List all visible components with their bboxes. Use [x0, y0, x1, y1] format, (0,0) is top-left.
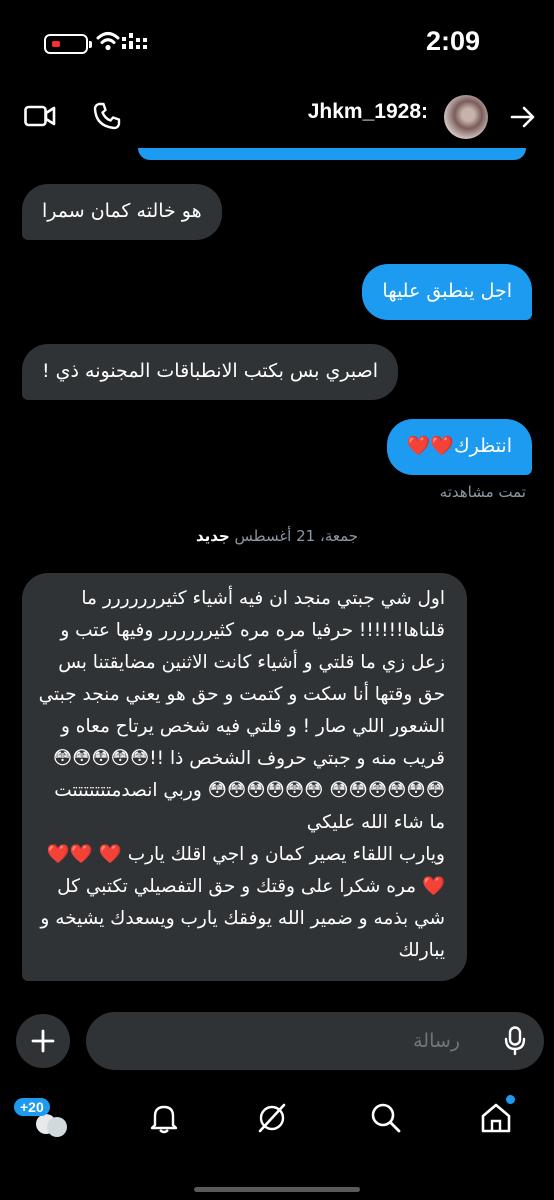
date-divider: جمعة، 21 أغسطس جديد — [0, 527, 554, 545]
bell-icon[interactable] — [150, 1102, 178, 1134]
contact-username[interactable]: Jhkm_1928: — [308, 100, 428, 124]
previous-message-edge — [138, 148, 526, 160]
video-call-icon[interactable] — [24, 105, 56, 127]
outgoing-message[interactable]: اجل ينطبق عليها — [362, 264, 532, 320]
message-composer — [86, 1012, 544, 1070]
incoming-message[interactable]: اصبري بس بكتب الانطباقات المجنونه ذي ! — [22, 344, 398, 400]
wifi-icon — [96, 32, 120, 51]
mic-icon[interactable] — [504, 1026, 526, 1056]
plus-icon — [31, 1029, 55, 1053]
message-input[interactable] — [160, 1012, 460, 1070]
notification-badge: +20 — [14, 1098, 50, 1116]
new-label: جديد — [195, 527, 230, 545]
incoming-message[interactable]: هو خالته كمان سمرا — [22, 184, 222, 240]
contact-avatar[interactable] — [444, 95, 488, 139]
seen-status: تمت مشاهدته — [439, 483, 526, 501]
conversation-header: Jhkm_1928: — [0, 84, 554, 148]
status-bar: 2:09 — [0, 0, 554, 84]
gesture-bar — [194, 1187, 360, 1192]
search-icon[interactable] — [370, 1102, 402, 1134]
home-unread-dot — [506, 1095, 515, 1104]
arrow-right-icon[interactable] — [510, 105, 536, 129]
add-media-button[interactable] — [16, 1014, 70, 1068]
incoming-message-long[interactable]: اول شي جبتي منجد ان فيه أشياء كثيررررررر… — [22, 573, 467, 981]
home-icon[interactable] — [480, 1102, 512, 1134]
date-label: جمعة، 21 أغسطس — [234, 527, 359, 545]
outgoing-message[interactable]: انتظرك❤️❤️ — [386, 419, 532, 475]
grok-slash-icon[interactable] — [256, 1102, 288, 1134]
battery-icon — [44, 34, 92, 54]
phone-icon[interactable] — [92, 101, 122, 131]
signal-icon — [122, 33, 147, 49]
bottom-nav: +20 — [0, 1090, 554, 1150]
status-time: 2:09 — [425, 26, 480, 56]
